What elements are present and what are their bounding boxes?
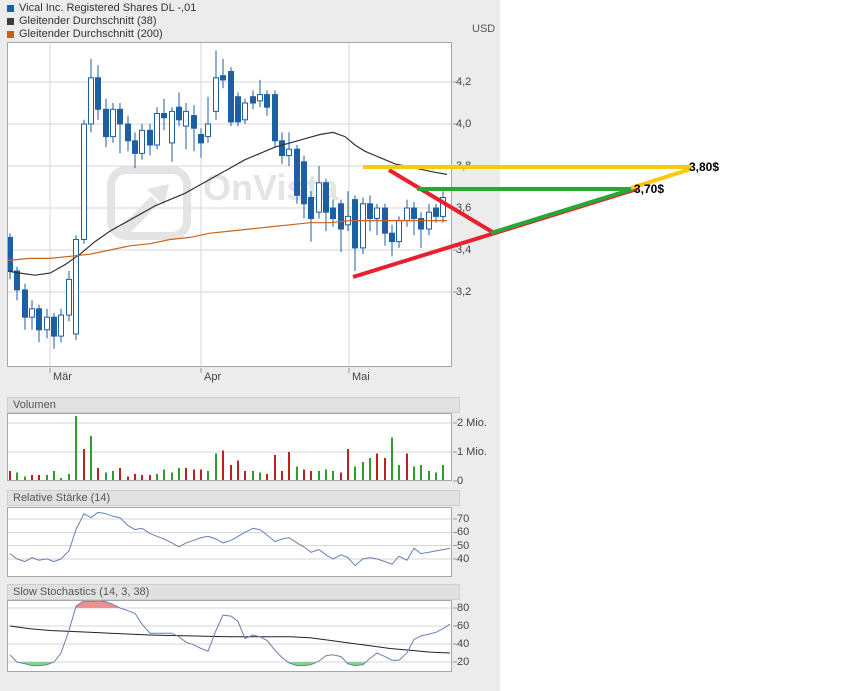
legend-label-ma38: Gleitender Durchschnitt (38) bbox=[19, 15, 157, 27]
axis-tick-label: 20 bbox=[457, 656, 470, 668]
axis-tick-label: 1 Mio. bbox=[457, 446, 487, 458]
stock-chart-page: Vical Inc. Registered Shares DL -,01 Gle… bbox=[0, 0, 850, 691]
axis-tick-label: 3,6 bbox=[456, 202, 472, 214]
axis-tick-label: 80 bbox=[457, 602, 470, 614]
legend-item-ma38: Gleitender Durchschnitt (38) bbox=[7, 15, 196, 28]
legend-label-instrument: Vical Inc. Registered Shares DL -,01 bbox=[19, 2, 197, 14]
axis-tick-label: 0 bbox=[457, 475, 464, 487]
axis-tick-label: 3,4 bbox=[456, 244, 472, 256]
rsi-panel bbox=[7, 507, 452, 577]
breakout-diagonal-green bbox=[490, 187, 634, 235]
axis-tick-label: 40 bbox=[457, 638, 470, 650]
axis-tick-label: 2 Mio. bbox=[457, 417, 487, 429]
rsi-panel-header: Relative Stärke (14) bbox=[7, 490, 460, 506]
legend-swatch-instrument bbox=[7, 5, 14, 12]
volume-panel bbox=[7, 413, 452, 481]
legend-swatch-ma38 bbox=[7, 18, 14, 25]
axis-tick-label: 60 bbox=[457, 620, 470, 632]
axis-tick-label: 60 bbox=[457, 526, 470, 539]
axis-tick-label: 4,2 bbox=[456, 76, 472, 88]
rsi-panel-title: Relative Stärke (14) bbox=[13, 492, 111, 504]
axis-tick-label: 40 bbox=[457, 552, 470, 565]
price-target-label-370: 3,70$ bbox=[634, 182, 665, 196]
price-target-label-380: 3,80$ bbox=[689, 160, 720, 174]
stochastics-panel-header: Slow Stochastics (14, 3, 38) bbox=[7, 584, 460, 600]
currency-axis-label: USD bbox=[472, 23, 496, 35]
volume-panel-title: Volumen bbox=[13, 399, 56, 411]
axis-tick-label: 3,2 bbox=[456, 286, 472, 298]
axis-tick-label: 70 bbox=[457, 513, 470, 525]
volume-panel-header: Volumen bbox=[7, 397, 460, 413]
axis-tick-label: 4,0 bbox=[456, 118, 472, 130]
axis-tick-label: Mär bbox=[53, 371, 72, 383]
axis-tick-label: 3,8 bbox=[456, 160, 472, 172]
stochastics-panel bbox=[7, 600, 452, 672]
legend-swatch-ma200 bbox=[7, 31, 14, 38]
axis-tick-label: Mai bbox=[352, 371, 370, 383]
chart-legend: Vical Inc. Registered Shares DL -,01 Gle… bbox=[7, 2, 196, 41]
legend-item-instrument: Vical Inc. Registered Shares DL -,01 bbox=[7, 2, 196, 15]
legend-item-ma200: Gleitender Durchschnitt (200) bbox=[7, 28, 196, 41]
legend-label-ma200: Gleitender Durchschnitt (200) bbox=[19, 28, 163, 40]
stochastics-panel-title: Slow Stochastics (14, 3, 38) bbox=[13, 586, 150, 598]
axis-tick-label: 50 bbox=[457, 539, 470, 552]
main-price-chart: OnVista bbox=[7, 42, 452, 367]
axis-tick-label: Apr bbox=[204, 371, 222, 383]
